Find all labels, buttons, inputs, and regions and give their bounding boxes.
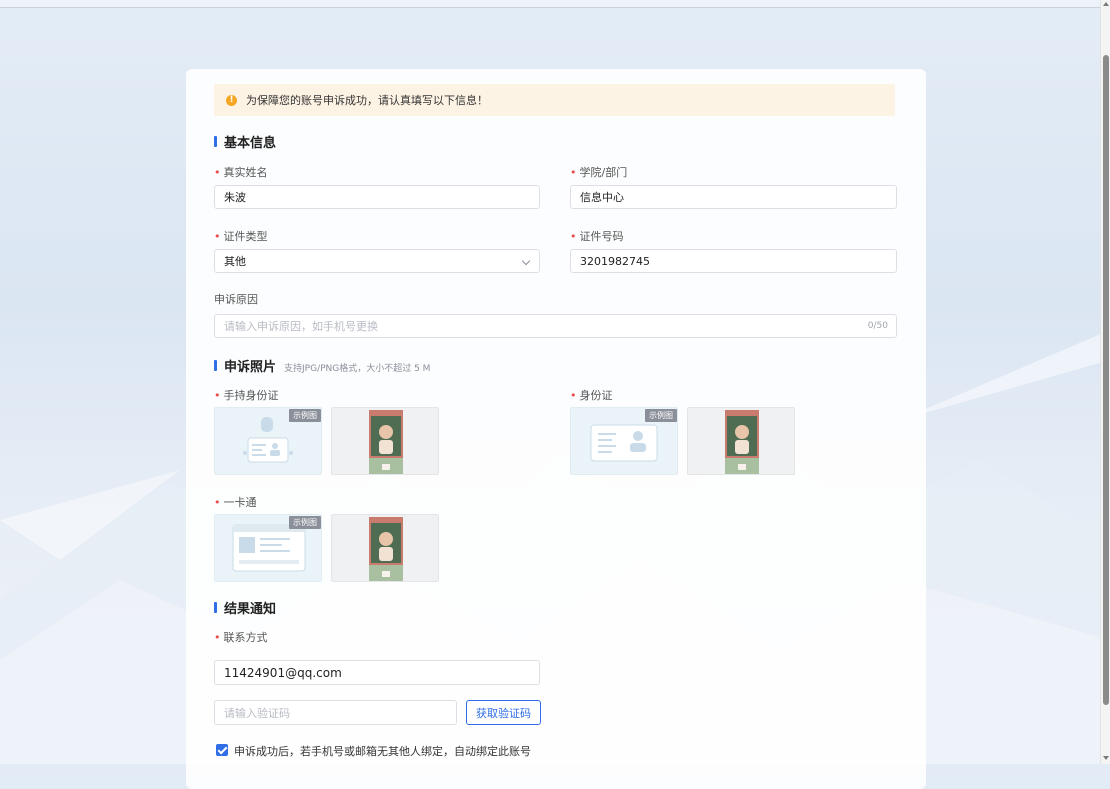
handheld-id-sample: 示例图 bbox=[214, 407, 322, 475]
section-marker bbox=[214, 136, 217, 147]
notice-text: 为保障您的账号申诉成功，请认真填写以下信息！ bbox=[246, 94, 488, 107]
page-scrollbar[interactable] bbox=[1100, 0, 1110, 764]
window-top-strip bbox=[0, 0, 1100, 8]
id-number-input[interactable]: 3201982745 bbox=[570, 249, 897, 273]
get-code-button[interactable]: 获取验证码 bbox=[466, 700, 541, 725]
section-title: 基本信息 bbox=[224, 136, 277, 151]
scroll-thumb[interactable] bbox=[1103, 55, 1109, 705]
section-marker bbox=[214, 360, 217, 371]
section-title: 申诉照片 bbox=[224, 360, 277, 375]
contact-input[interactable]: 11424901@qq.com bbox=[214, 660, 540, 685]
notice-banner: ! 为保障您的账号申诉成功，请认真填写以下信息！ bbox=[214, 84, 895, 116]
scroll-up-icon[interactable] bbox=[1103, 2, 1109, 6]
section-result-notice: 结果通知 bbox=[214, 598, 276, 617]
uploaded-image-icon bbox=[725, 410, 759, 474]
section-photos: 申诉照片 支持JPG/PNG格式，大小不超过 5 M bbox=[214, 356, 430, 375]
section-basic-info: 基本信息 bbox=[214, 132, 276, 151]
contact-label: • 联系方式 bbox=[214, 631, 268, 644]
id-card-sample: 示例图 bbox=[570, 407, 678, 475]
campus-card-sample: 示例图 bbox=[214, 514, 322, 582]
id-type-select[interactable]: 其他 bbox=[214, 249, 540, 273]
id-card-label: • 身份证 bbox=[570, 389, 613, 402]
campus-card-upload[interactable] bbox=[331, 514, 439, 582]
name-input[interactable]: 朱波 bbox=[214, 185, 540, 209]
uploaded-image-icon bbox=[369, 517, 403, 581]
section-hint: 支持JPG/PNG格式，大小不超过 5 M bbox=[284, 364, 431, 374]
sample-tag: 示例图 bbox=[645, 409, 677, 422]
handheld-id-label: • 手持身份证 bbox=[214, 389, 279, 402]
uploaded-image-icon bbox=[369, 410, 403, 474]
chevron-down-icon bbox=[521, 256, 531, 266]
name-label: • 真实姓名 bbox=[214, 166, 268, 179]
char-counter: 0/50 bbox=[867, 321, 888, 331]
id-card-upload[interactable] bbox=[687, 407, 795, 475]
campus-card-label: • 一卡通 bbox=[214, 496, 257, 509]
id-number-label: • 证件号码 bbox=[570, 230, 624, 243]
id-type-label: • 证件类型 bbox=[214, 230, 268, 243]
auto-bind-checkbox[interactable] bbox=[216, 744, 228, 756]
appeal-form-card: ! 为保障您的账号申诉成功，请认真填写以下信息！ 基本信息 • 真实姓名 朱波 •… bbox=[186, 69, 926, 789]
scroll-down-icon[interactable] bbox=[1103, 756, 1109, 760]
reason-input[interactable]: 请输入申诉原因，如手机号更换 0/50 bbox=[214, 314, 897, 338]
section-title: 结果通知 bbox=[224, 602, 277, 617]
auto-bind-text: 申诉成功后，若手机号或邮箱无其他人绑定，自动绑定此账号 bbox=[234, 745, 531, 758]
exclamation-icon: ! bbox=[226, 94, 237, 106]
handheld-id-upload[interactable] bbox=[331, 407, 439, 475]
sample-tag: 示例图 bbox=[289, 409, 321, 422]
department-label: • 学院/部门 bbox=[570, 166, 628, 179]
department-input[interactable]: 信息中心 bbox=[570, 185, 897, 209]
section-marker bbox=[214, 602, 217, 613]
reason-label: 申诉原因 bbox=[214, 293, 258, 306]
sample-tag: 示例图 bbox=[289, 516, 321, 529]
verification-code-input[interactable]: 请输入验证码 bbox=[214, 700, 457, 725]
